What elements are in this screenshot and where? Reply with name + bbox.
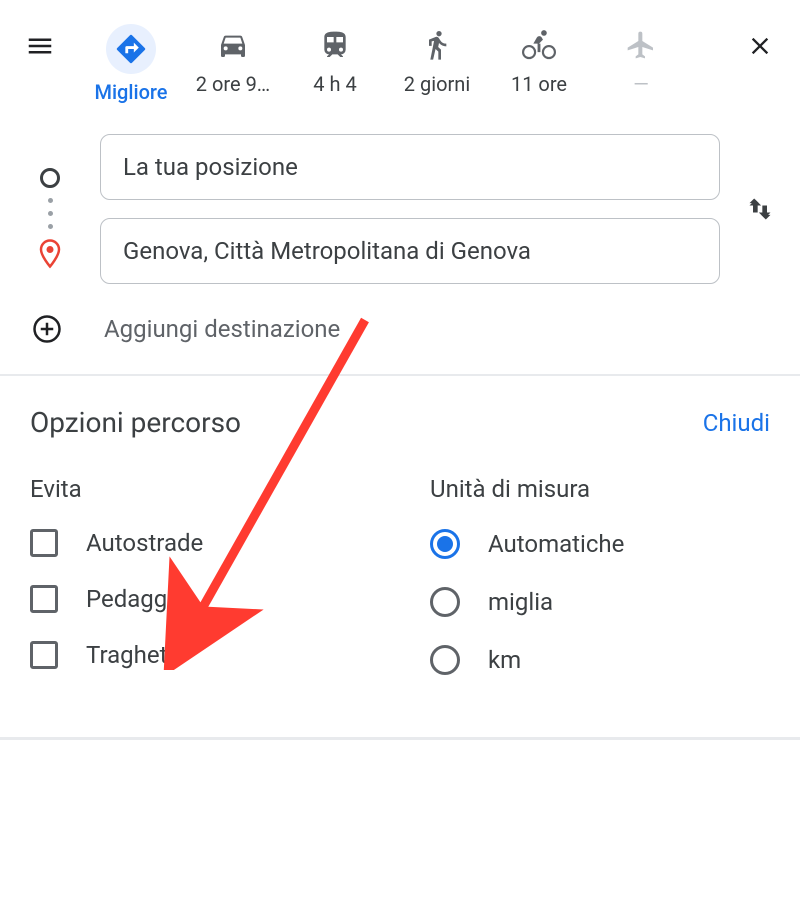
mode-plane[interactable]: — xyxy=(590,18,692,96)
units-auto-option[interactable]: Automatiche xyxy=(430,529,770,559)
origin-marker-icon xyxy=(40,168,60,188)
avoid-highways-label: Autostrade xyxy=(86,529,203,557)
destination-marker-icon xyxy=(38,239,62,269)
radio-icon xyxy=(430,529,460,559)
route-dots-icon xyxy=(48,198,53,229)
close-button[interactable] xyxy=(740,26,780,66)
section-divider xyxy=(0,737,800,740)
radio-icon xyxy=(430,645,460,675)
avoid-ferries-label: Traghetti xyxy=(86,641,181,669)
transit-icon xyxy=(319,24,351,66)
close-options-link[interactable]: Chiudi xyxy=(703,409,770,437)
avoid-tolls-option[interactable]: Pedaggi xyxy=(30,585,370,613)
units-km-option[interactable]: km xyxy=(430,645,770,675)
origin-input[interactable]: La tua posizione xyxy=(100,134,720,200)
route-markers xyxy=(30,150,70,269)
checkbox-icon xyxy=(30,529,58,557)
radio-icon xyxy=(430,587,460,617)
mode-plane-label: — xyxy=(633,72,649,96)
units-miles-option[interactable]: miglia xyxy=(430,587,770,617)
mode-walk-label: 2 giorni xyxy=(404,72,470,96)
mode-best[interactable]: Migliore xyxy=(80,18,182,104)
units-title: Unità di misura xyxy=(430,475,770,503)
checkbox-icon xyxy=(30,585,58,613)
add-destination-label: Aggiungi destinazione xyxy=(104,315,340,343)
car-icon xyxy=(217,24,249,66)
plus-circle-icon xyxy=(32,314,62,344)
mode-transit[interactable]: 4 h 4 xyxy=(284,18,386,96)
bike-icon xyxy=(522,24,556,66)
swap-icon xyxy=(746,195,774,223)
mode-car-label: 2 ore 9… xyxy=(196,72,270,96)
mode-best-label: Migliore xyxy=(94,80,167,104)
mode-car[interactable]: 2 ore 9… xyxy=(182,18,284,96)
walk-icon xyxy=(421,24,453,66)
avoid-ferries-option[interactable]: Traghetti xyxy=(30,641,370,669)
route-options-title: Opzioni percorso xyxy=(30,406,241,439)
mode-bike-label: 11 ore xyxy=(511,72,567,96)
avoid-column: Evita Autostrade Pedaggi Traghetti xyxy=(30,475,370,703)
avoid-highways-option[interactable]: Autostrade xyxy=(30,529,370,557)
destination-input[interactable]: Genova, Città Metropolitana di Genova xyxy=(100,218,720,284)
avoid-tolls-label: Pedaggi xyxy=(86,585,173,613)
menu-button[interactable] xyxy=(20,26,60,66)
close-icon xyxy=(746,32,774,60)
swap-button[interactable] xyxy=(740,189,780,229)
add-destination-button[interactable]: Aggiungi destinazione xyxy=(0,284,800,374)
units-miles-label: miglia xyxy=(488,588,553,616)
mode-walk[interactable]: 2 giorni xyxy=(386,18,488,96)
units-km-label: km xyxy=(488,646,521,674)
units-column: Unità di misura Automatiche miglia km xyxy=(430,475,770,703)
mode-bike[interactable]: 11 ore xyxy=(488,18,590,96)
hamburger-icon xyxy=(25,31,55,61)
units-auto-label: Automatiche xyxy=(488,530,624,558)
travel-modes: Migliore 2 ore 9… 4 h 4 2 giorni 11 ore xyxy=(80,18,730,104)
avoid-title: Evita xyxy=(30,475,370,503)
directions-icon xyxy=(106,24,156,74)
checkbox-icon xyxy=(30,641,58,669)
plane-icon xyxy=(625,24,657,66)
mode-transit-label: 4 h 4 xyxy=(313,72,356,96)
